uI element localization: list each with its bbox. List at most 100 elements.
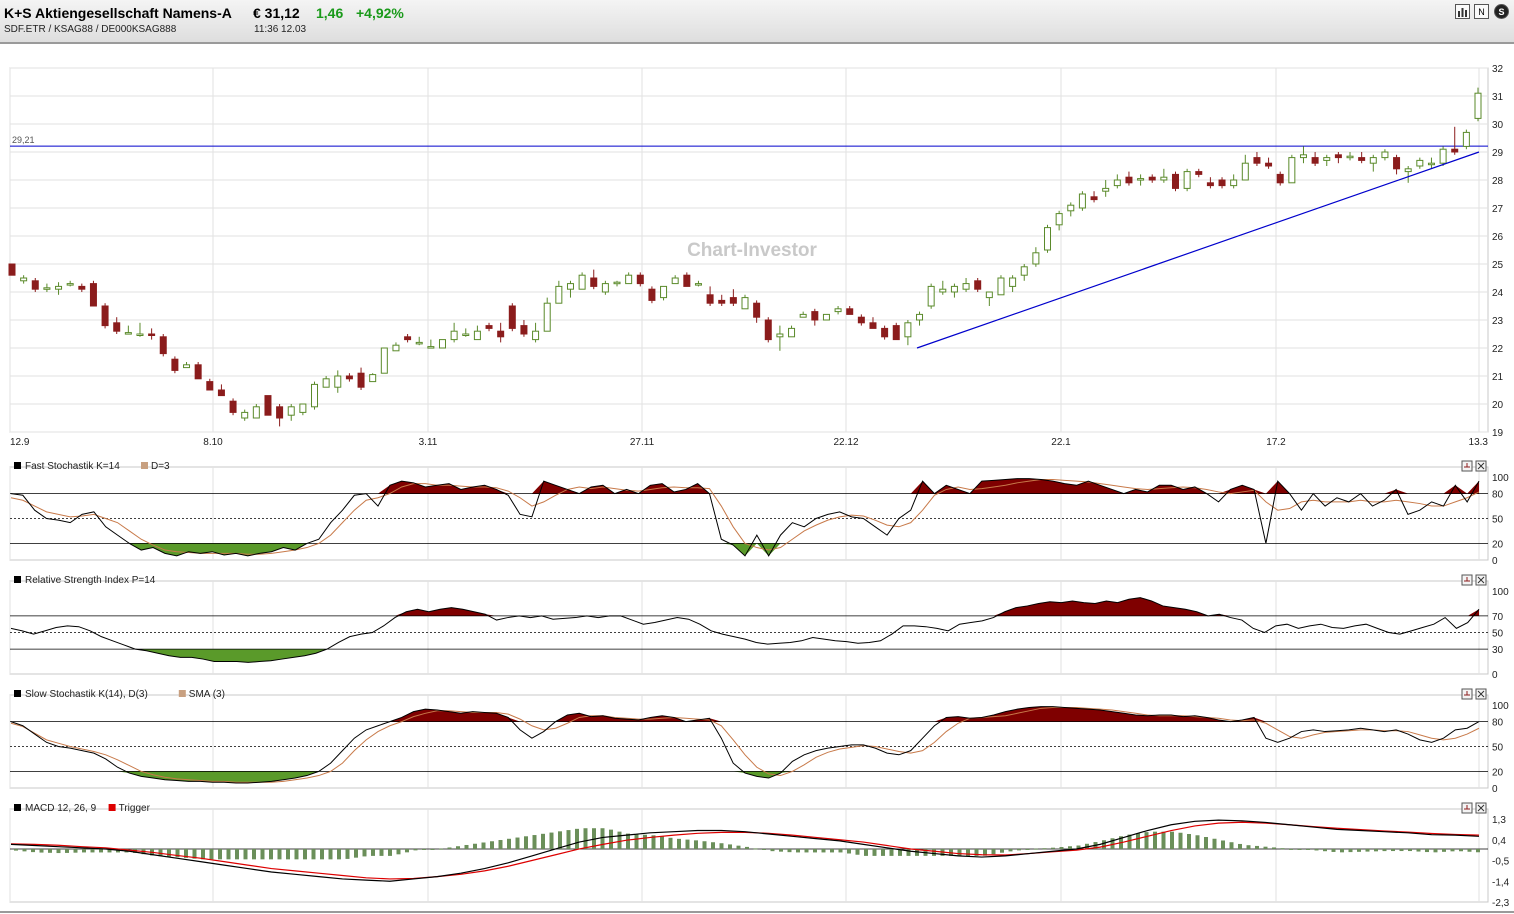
- histogram-bar: [65, 848, 69, 853]
- instrument-name: K+S Aktiengesellschaft Namens-A: [4, 5, 232, 21]
- candle-down: [101, 303, 109, 329]
- histogram-bar: [1221, 840, 1225, 849]
- series-color-swatch: [14, 462, 21, 469]
- histogram-bar: [337, 848, 341, 860]
- histogram-bar: [600, 828, 605, 849]
- histogram-bar: [277, 848, 282, 860]
- histogram-bar: [354, 848, 358, 858]
- candle-up: [1044, 224, 1052, 253]
- candle-down: [159, 334, 167, 357]
- histogram-bar: [1255, 845, 1259, 849]
- indicator-title: Fast Stochastik K=14: [25, 461, 120, 472]
- indicator-tick-label: -2,3: [1492, 898, 1510, 909]
- candle-down: [194, 362, 202, 380]
- histogram-bar: [371, 848, 375, 856]
- histogram-bar: [320, 848, 324, 860]
- histogram-bar: [286, 848, 290, 860]
- histogram-bar: [1068, 846, 1072, 849]
- s-logo-icon[interactable]: S: [1494, 4, 1509, 19]
- indicator-tick-label: 100: [1492, 587, 1509, 598]
- indicator-tick-label: 0: [1492, 784, 1498, 795]
- news-icon[interactable]: N: [1474, 4, 1489, 19]
- histogram-bar: [56, 848, 61, 854]
- histogram-bar: [736, 845, 741, 849]
- bar-chart-icon[interactable]: [1455, 4, 1470, 19]
- y-tick-label: 26: [1492, 232, 1504, 243]
- histogram-bar: [413, 848, 418, 851]
- histogram-bar: [1059, 847, 1064, 849]
- histogram-bar: [303, 848, 307, 860]
- candle-up: [438, 339, 446, 349]
- histogram-bar: [558, 831, 562, 849]
- legend-label: Trigger: [119, 803, 151, 814]
- histogram-bar: [22, 848, 27, 852]
- histogram-bar: [1017, 848, 1021, 851]
- legend-label: D=3: [151, 461, 170, 472]
- histogram-bar: [90, 848, 95, 853]
- y-tick-label: 24: [1492, 288, 1504, 299]
- candle-down: [229, 398, 237, 416]
- x-tick-label: 22.1: [1051, 437, 1071, 448]
- histogram-bar: [668, 837, 673, 849]
- indicator-tick-label: 50: [1492, 743, 1504, 754]
- histogram-bar: [532, 835, 537, 849]
- histogram-bar: [498, 840, 503, 849]
- histogram-bar: [1399, 848, 1404, 852]
- histogram-bar: [745, 846, 749, 849]
- histogram-bar: [396, 848, 401, 855]
- candle-up: [1439, 146, 1447, 166]
- y-tick-label: 31: [1492, 92, 1504, 103]
- histogram-bar: [609, 829, 613, 849]
- x-tick-label: 17.2: [1266, 437, 1286, 448]
- legend-label: SMA (3): [189, 689, 225, 700]
- histogram-bar: [830, 848, 834, 853]
- indicator-tick-label: 100: [1492, 701, 1509, 712]
- histogram-bar: [1280, 848, 1285, 850]
- histogram-bar: [813, 848, 817, 853]
- indicator-tick-label: 100: [1492, 473, 1509, 484]
- histogram-bar: [48, 848, 52, 853]
- candle-up: [822, 313, 830, 321]
- indicator-tick-label: 50: [1492, 515, 1504, 526]
- y-tick-label: 22: [1492, 344, 1504, 355]
- histogram-bar: [456, 846, 460, 849]
- x-tick-label: 8.10: [203, 437, 223, 448]
- candle-down: [171, 356, 179, 374]
- histogram-bar: [524, 836, 528, 849]
- histogram-bar: [1272, 847, 1276, 849]
- histogram-bar: [957, 848, 962, 856]
- histogram-bar: [1408, 848, 1412, 852]
- histogram-bar: [447, 847, 452, 849]
- histogram-bar: [1246, 845, 1251, 849]
- histogram-bar: [82, 848, 86, 853]
- histogram-bar: [796, 848, 800, 853]
- histogram-bar: [787, 848, 792, 853]
- histogram-bar: [1467, 848, 1472, 852]
- y-tick-label: 20: [1492, 400, 1504, 411]
- candle-up: [311, 381, 319, 410]
- symbol-line: SDF.ETR / KSAG88 / DE000KSAG888: [4, 24, 177, 35]
- histogram-bar: [99, 848, 103, 853]
- histogram-bar: [872, 848, 877, 856]
- candle-down: [264, 395, 272, 416]
- histogram-bar: [702, 841, 707, 849]
- x-tick-label: 27.11: [630, 437, 655, 448]
- histogram-bar: [1051, 847, 1055, 849]
- histogram-bar: [1263, 846, 1268, 849]
- indicator-title: Relative Strength Index P=14: [25, 575, 156, 586]
- histogram-bar: [855, 848, 860, 855]
- histogram-bar: [634, 834, 639, 849]
- histogram-bar: [847, 848, 851, 854]
- y-tick-label: 25: [1492, 260, 1504, 271]
- y-tick-label: 21: [1492, 372, 1504, 383]
- histogram-bar: [838, 848, 843, 853]
- histogram-bar: [481, 842, 486, 849]
- histogram-bar: [1136, 833, 1140, 849]
- histogram-bar: [770, 848, 775, 852]
- x-tick-label: 13.3: [1469, 437, 1489, 448]
- histogram-bar: [694, 840, 698, 849]
- candle-up: [1462, 129, 1470, 150]
- y-tick-label: 30: [1492, 120, 1504, 131]
- histogram-bar: [1459, 848, 1463, 852]
- histogram-bar: [711, 842, 715, 849]
